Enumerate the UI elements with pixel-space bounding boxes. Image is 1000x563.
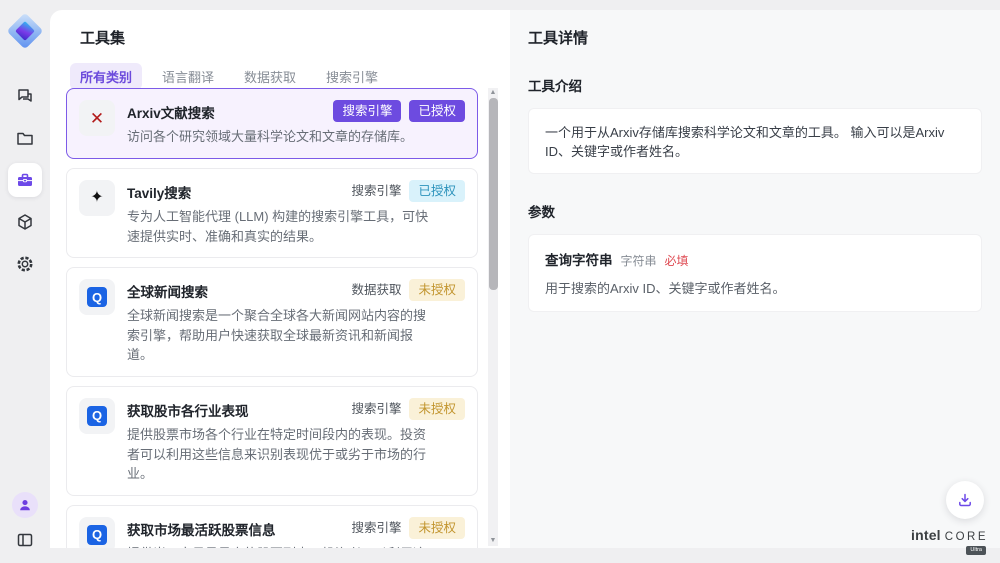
tools-panel: 工具集 所有类别 语言翻译 数据获取 搜索引擎 ✕ Arxiv文献搜索 搜索引擎…	[50, 10, 510, 548]
category-tab[interactable]: 语言翻译	[152, 63, 224, 90]
tool-list: ✕ Arxiv文献搜索 搜索引擎 已授权 访问各个研究领域大量科学论文和文章的存…	[66, 88, 478, 548]
scrollbar-thumb[interactable]	[489, 98, 498, 290]
tool-card[interactable]: Q 获取股市各行业表现 搜索引擎 未授权 提供股票市场各个行业在特定时间段内的表…	[66, 386, 478, 496]
folder-icon	[15, 128, 35, 148]
q-search-icon: Q	[87, 287, 107, 307]
tool-card-top: 获取市场最活跃股票信息 搜索引擎 未授权	[127, 517, 465, 539]
sidebar-item-toolbox[interactable]	[8, 163, 42, 197]
tool-badges: 搜索引擎 已授权	[351, 180, 465, 202]
param-type: 字符串	[621, 252, 657, 269]
person-icon	[17, 497, 33, 513]
tool-badges: 数据获取 未授权	[351, 279, 465, 301]
tool-card[interactable]: Q 全球新闻搜索 数据获取 未授权 全球新闻搜索是一个聚合全球各大新闻网站内容的…	[66, 267, 478, 377]
category-tab[interactable]: 数据获取	[234, 63, 306, 90]
tool-category-badge: 搜索引擎	[351, 517, 401, 539]
tool-category-badge: 数据获取	[351, 279, 401, 301]
content-area: 工具集 所有类别 语言翻译 数据获取 搜索引擎 ✕ Arxiv文献搜索 搜索引擎…	[50, 10, 1000, 548]
tool-card-main: 全球新闻搜索 数据获取 未授权 全球新闻搜索是一个聚合全球各大新闻网站内容的搜索…	[127, 279, 465, 365]
tool-name: 获取股市各行业表现	[127, 398, 249, 420]
scroll-up-icon[interactable]: ▲	[490, 88, 497, 98]
tool-badges: 搜索引擎 未授权	[351, 517, 465, 539]
tool-card[interactable]: Q 获取市场最活跃股票信息 搜索引擎 未授权 提供当天交易量最高的股票列表，投资…	[66, 505, 478, 549]
detail-title: 工具详情	[528, 27, 982, 48]
tool-badges: 搜索引擎 未授权	[351, 398, 465, 420]
tool-description: 提供当天交易量最高的股票列表，投资者可以利用这些信息来识别流动性强的股票和潜在的…	[127, 544, 431, 548]
tool-name: Arxiv文献搜索	[127, 100, 215, 122]
tool-category-badge: 搜索引擎	[351, 180, 401, 202]
param-card: 查询字符串 字符串 必填 用于搜索的Arxiv ID、关键字或作者姓名。	[528, 234, 982, 312]
param-name: 查询字符串	[545, 249, 613, 269]
sidebar-item-settings[interactable]	[8, 247, 42, 281]
tools-panel-title: 工具集	[50, 10, 510, 48]
tool-card-top: Tavily搜索 搜索引擎 已授权	[127, 180, 465, 202]
tool-name: 获取市场最活跃股票信息	[127, 517, 276, 539]
tool-list-scrollbar[interactable]: ▲ ▼	[488, 88, 498, 546]
left-rail	[0, 0, 50, 563]
tool-name: 全球新闻搜索	[127, 279, 208, 301]
sidebar-item-files[interactable]	[8, 121, 42, 155]
intel-core-logo: intel CORE Ultra	[911, 527, 988, 555]
tool-description: 全球新闻搜索是一个聚合全球各大新闻网站内容的搜索引擎，帮助用户快速获取全球最新资…	[127, 306, 431, 365]
q-search-icon: Q	[87, 525, 107, 545]
param-description: 用于搜索的Arxiv ID、关键字或作者姓名。	[545, 278, 965, 297]
category-tab[interactable]: 搜索引擎	[316, 63, 388, 90]
tool-description: 专为人工智能代理 (LLM) 构建的搜索引擎工具，可快速提供实时、准确和真实的结…	[127, 207, 431, 246]
gear-icon	[15, 254, 35, 274]
scroll-down-icon[interactable]: ▼	[490, 536, 497, 546]
tool-card-main: Arxiv文献搜索 搜索引擎 已授权 访问各个研究领域大量科学论文和文章的存储库…	[127, 100, 465, 147]
tool-category-badge: 搜索引擎	[333, 100, 401, 122]
tool-status-badge: 未授权	[409, 517, 465, 539]
tool-description: 提供股票市场各个行业在特定时间段内的表现。投资者可以利用这些信息来识别表现优于或…	[127, 425, 431, 484]
tool-name: Tavily搜索	[127, 180, 191, 202]
collapse-sidebar-button[interactable]	[12, 527, 38, 553]
tool-status-badge: 未授权	[409, 398, 465, 420]
collapse-panel-icon	[15, 530, 35, 550]
arxiv-icon: ✕	[90, 110, 104, 127]
tool-card[interactable]: ✕ Arxiv文献搜索 搜索引擎 已授权 访问各个研究领域大量科学论文和文章的存…	[66, 88, 478, 159]
param-required-badge: 必填	[665, 252, 689, 269]
cube-icon	[15, 212, 35, 232]
tool-card-main: 获取市场最活跃股票信息 搜索引擎 未授权 提供当天交易量最高的股票列表，投资者可…	[127, 517, 465, 549]
sidebar-item-chat[interactable]	[8, 79, 42, 113]
app-logo	[7, 13, 43, 49]
core-wordmark: CORE	[945, 531, 988, 543]
tool-status-badge: 已授权	[409, 180, 465, 202]
detail-panel: 工具详情 工具介绍 一个用于从Arxiv存储库搜索科学论文和文章的工具。 输入可…	[510, 10, 1000, 548]
rail-bottom	[12, 492, 38, 553]
param-header: 查询字符串 字符串 必填	[545, 249, 965, 269]
tool-card-main: Tavily搜索 搜索引擎 已授权 专为人工智能代理 (LLM) 构建的搜索引擎…	[127, 180, 465, 246]
q-search-icon: Q	[87, 406, 107, 426]
tool-card-top: Arxiv文献搜索 搜索引擎 已授权	[127, 100, 465, 122]
download-icon	[957, 492, 973, 508]
tool-badges: 搜索引擎 已授权	[333, 100, 465, 122]
tool-card[interactable]: ✦ Tavily搜索 搜索引擎 已授权 专为人工智能代理 (LLM) 构建的搜索…	[66, 168, 478, 258]
tool-description: 访问各个研究领域大量科学论文和文章的存储库。	[127, 127, 431, 147]
tool-card-top: 获取股市各行业表现 搜索引擎 未授权	[127, 398, 465, 420]
tool-card-main: 获取股市各行业表现 搜索引擎 未授权 提供股票市场各个行业在特定时间段内的表现。…	[127, 398, 465, 484]
intro-heading: 工具介绍	[528, 75, 982, 95]
tool-icon-box: ✦	[79, 180, 115, 216]
category-tabs: 所有类别 语言翻译 数据获取 搜索引擎	[70, 63, 510, 90]
tool-icon-box: Q	[79, 398, 115, 434]
sidebar-item-plugins[interactable]	[8, 205, 42, 239]
rail-nav	[8, 79, 42, 281]
params-heading: 参数	[528, 201, 982, 221]
category-tab[interactable]: 所有类别	[70, 63, 142, 90]
toolbox-icon	[15, 170, 35, 190]
chat-icon	[15, 86, 35, 106]
tool-status-badge: 未授权	[409, 279, 465, 301]
tool-category-badge: 搜索引擎	[351, 398, 401, 420]
tool-status-badge: 已授权	[409, 100, 465, 122]
intro-card: 一个用于从Arxiv存储库搜索科学论文和文章的工具。 输入可以是Arxiv ID…	[528, 108, 982, 174]
user-avatar[interactable]	[12, 492, 38, 518]
sparkle-icon: ✦	[90, 190, 103, 206]
tool-icon-box: Q	[79, 517, 115, 549]
download-button[interactable]	[946, 481, 984, 519]
ultra-badge: Ultra	[966, 546, 986, 555]
tool-icon-box: ✕	[79, 100, 115, 136]
intel-wordmark: intel	[911, 527, 941, 543]
app-window: 工具集 所有类别 语言翻译 数据获取 搜索引擎 ✕ Arxiv文献搜索 搜索引擎…	[0, 0, 1000, 563]
tool-icon-box: Q	[79, 279, 115, 315]
tool-card-top: 全球新闻搜索 数据获取 未授权	[127, 279, 465, 301]
